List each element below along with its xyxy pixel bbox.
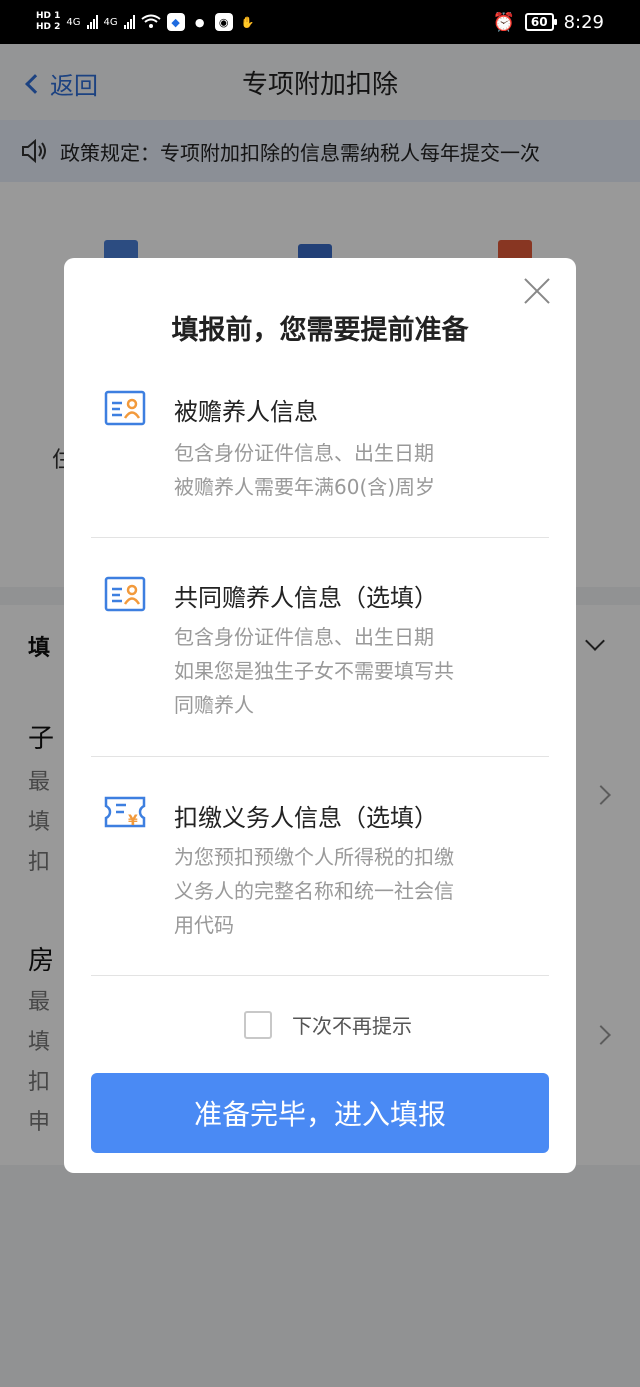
signal-icon [86, 15, 98, 29]
alarm-icon: ⏰ [492, 11, 515, 33]
prep-item-title: 扣缴义务人信息（选填） [174, 804, 438, 832]
dialog-title: 填报前，您需要提前准备 [171, 315, 469, 346]
security-app-icon: ◆ [166, 13, 185, 31]
prep-item-desc-line: 用代码 [174, 913, 234, 937]
prep-item-desc-line: 为您预扣预缴个人所得税的扣缴 [174, 845, 454, 869]
prep-item-desc-line: 被赡养人需要年满60(含)周岁 [174, 475, 436, 499]
divider [91, 537, 549, 538]
battery-indicator: 60 [524, 13, 557, 31]
svg-text:¥: ¥ [128, 813, 138, 829]
qq-icon: ◉ [214, 13, 233, 31]
prep-item-desc-line: 包含身份证件信息、出生日期 [174, 441, 434, 465]
prep-item-desc: 包含身份证件信息、出生日期 被赡养人需要年满60(含)周岁 [174, 436, 514, 504]
prep-item-title: 被赡养人信息 [174, 398, 318, 426]
status-bar: HD 1 HD 2 4G 4G ◆ ● ◉ ✋ ⏰ 60 8:29 [0, 0, 640, 44]
dont-remind-label: 下次不再提示 [292, 1014, 412, 1038]
proceed-to-filing-button[interactable]: 准备完毕，进入填报 [91, 1073, 549, 1153]
network-type-1: 4G [66, 16, 81, 28]
dont-remind-checkbox[interactable] [244, 1010, 272, 1039]
prep-item-desc-line: 如果您是独生子女不需要填写共 [174, 659, 454, 683]
divider [91, 975, 549, 976]
prep-item-desc-line: 包含身份证件信息、出生日期 [174, 625, 434, 649]
hd2-label: HD 2 [36, 22, 61, 32]
prep-item-title: 共同赡养人信息（选填） [174, 584, 438, 612]
hd1-label: HD 1 [36, 11, 61, 21]
divider [91, 756, 549, 757]
wechat-icon: ● [194, 15, 205, 29]
id-card-icon [104, 390, 146, 426]
dont-remind-row[interactable]: 下次不再提示 [244, 1010, 412, 1039]
invoice-icon: ¥ [104, 796, 146, 829]
network-type-2: 4G [103, 16, 118, 28]
close-icon[interactable] [522, 276, 552, 306]
prep-item-desc: 为您预扣预缴个人所得税的扣缴 义务人的完整名称和统一社会信 用代码 [174, 840, 514, 942]
gesture-icon: ✋ [240, 15, 255, 29]
clock: 8:29 [563, 11, 604, 33]
wifi-icon [141, 14, 161, 28]
prep-item-desc-line: 义务人的完整名称和统一社会信 [174, 879, 454, 903]
sim-indicator: HD 1 HD 2 [36, 11, 60, 33]
prep-item-desc: 包含身份证件信息、出生日期 如果您是独生子女不需要填写共 同赡养人 [174, 620, 514, 722]
preparation-dialog: 填报前，您需要提前准备 被赡养人信息 包含身份证件信息、出生日期 被赡养人需要年… [64, 258, 576, 1173]
id-card-icon [104, 576, 146, 612]
prep-item-desc-line: 同赡养人 [174, 693, 254, 717]
signal-icon-2 [123, 15, 135, 29]
